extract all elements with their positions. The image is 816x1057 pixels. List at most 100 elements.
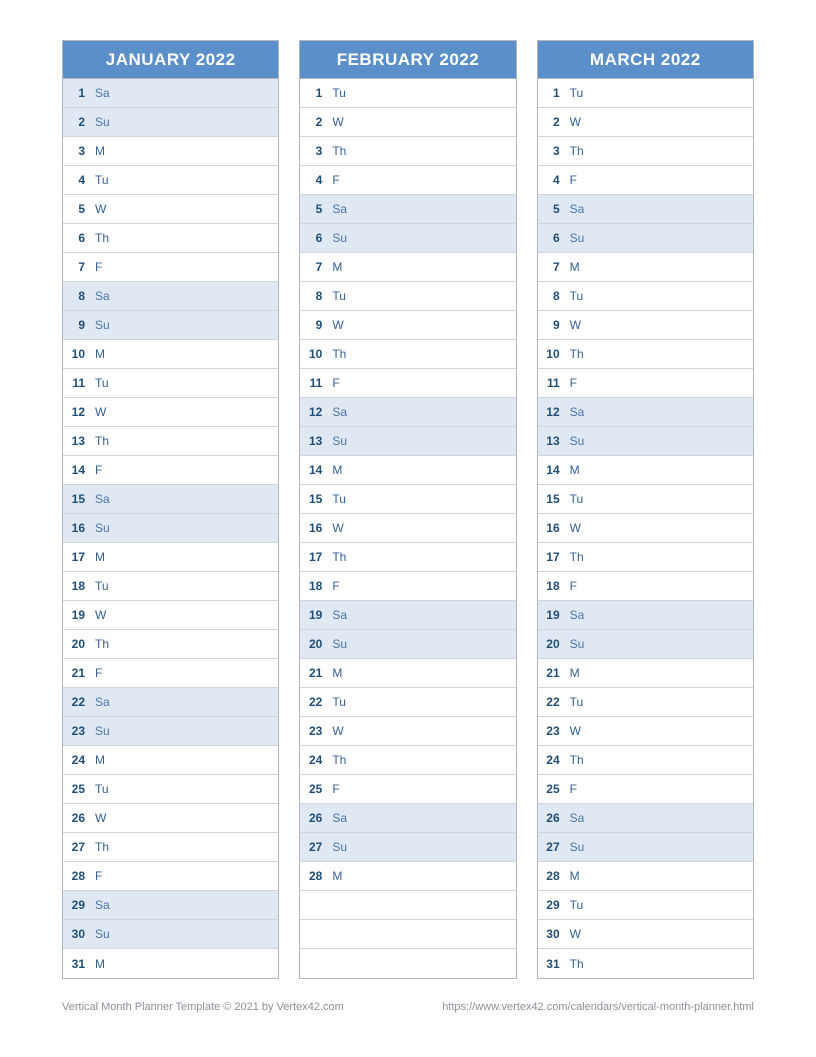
day-weekday: W [564, 318, 581, 332]
day-number: 7 [538, 260, 564, 274]
day-row: 29Tu [538, 891, 753, 920]
day-row: 31Th [538, 949, 753, 978]
day-row: 7M [538, 253, 753, 282]
day-weekday: Tu [89, 579, 109, 593]
day-row: 22Tu [538, 688, 753, 717]
day-weekday: Su [326, 840, 347, 854]
day-row: 15Tu [538, 485, 753, 514]
day-number: 25 [63, 782, 89, 796]
day-weekday: Sa [326, 405, 347, 419]
day-row: 5Sa [538, 195, 753, 224]
day-number: 20 [63, 637, 89, 651]
day-number: 5 [63, 202, 89, 216]
day-number: 3 [538, 144, 564, 158]
day-number: 6 [538, 231, 564, 245]
day-number: 17 [63, 550, 89, 564]
day-weekday: W [326, 115, 343, 129]
day-row: 6Th [63, 224, 278, 253]
day-row: 24Th [538, 746, 753, 775]
day-row: 5W [63, 195, 278, 224]
day-row: 4F [538, 166, 753, 195]
day-number: 22 [538, 695, 564, 709]
day-weekday: Tu [564, 695, 584, 709]
day-weekday: Sa [564, 405, 585, 419]
day-row: 5Sa [300, 195, 515, 224]
day-row: 18Tu [63, 572, 278, 601]
footer-right: https://www.vertex42.com/calendars/verti… [442, 1001, 754, 1013]
day-weekday: Th [564, 347, 584, 361]
day-row: 20Su [300, 630, 515, 659]
day-weekday: F [89, 666, 102, 680]
day-weekday: Su [89, 927, 110, 941]
day-weekday: F [89, 869, 102, 883]
day-row: 16W [538, 514, 753, 543]
day-number: 16 [538, 521, 564, 535]
day-weekday: Th [564, 753, 584, 767]
day-row: 13Su [538, 427, 753, 456]
day-weekday: M [564, 666, 580, 680]
day-weekday: F [564, 376, 577, 390]
day-weekday: F [326, 173, 339, 187]
day-weekday: W [89, 202, 106, 216]
day-number: 13 [538, 434, 564, 448]
day-row: 24M [63, 746, 278, 775]
day-number: 27 [63, 840, 89, 854]
day-number: 21 [63, 666, 89, 680]
day-number: 20 [300, 637, 326, 651]
day-number: 10 [300, 347, 326, 361]
day-number: 25 [300, 782, 326, 796]
day-row: 20Th [63, 630, 278, 659]
day-row: 19W [63, 601, 278, 630]
day-row: 17Th [538, 543, 753, 572]
day-number: 3 [63, 144, 89, 158]
day-weekday: Th [89, 231, 109, 245]
day-row: 27Su [538, 833, 753, 862]
day-row: 14M [538, 456, 753, 485]
day-row: 22Sa [63, 688, 278, 717]
day-row: 25F [538, 775, 753, 804]
day-row: 21F [63, 659, 278, 688]
footer-left: Vertical Month Planner Template © 2021 b… [62, 1001, 344, 1013]
day-weekday: Su [326, 637, 347, 651]
day-row: 2W [300, 108, 515, 137]
day-row: 12W [63, 398, 278, 427]
day-weekday: M [326, 463, 342, 477]
day-row: 8Sa [63, 282, 278, 311]
day-number: 14 [300, 463, 326, 477]
day-number: 14 [538, 463, 564, 477]
day-row: 15Tu [300, 485, 515, 514]
day-number: 27 [538, 840, 564, 854]
day-weekday: Th [89, 637, 109, 651]
day-number: 8 [63, 289, 89, 303]
day-weekday: F [564, 579, 577, 593]
day-weekday: W [326, 724, 343, 738]
day-number: 12 [63, 405, 89, 419]
day-weekday: Sa [89, 898, 110, 912]
day-weekday: Su [564, 840, 585, 854]
day-row: 2W [538, 108, 753, 137]
day-weekday: Tu [564, 86, 584, 100]
day-weekday: M [89, 347, 105, 361]
day-weekday: Sa [89, 492, 110, 506]
day-weekday: Th [326, 753, 346, 767]
day-weekday: Su [326, 231, 347, 245]
day-weekday: Tu [564, 289, 584, 303]
day-number: 28 [538, 869, 564, 883]
day-row: 6Su [300, 224, 515, 253]
month-header: MARCH 2022 [538, 41, 753, 79]
day-row [300, 949, 515, 978]
day-row: 10Th [538, 340, 753, 369]
day-row: 14M [300, 456, 515, 485]
day-number: 10 [63, 347, 89, 361]
day-row: 23W [538, 717, 753, 746]
day-number: 15 [538, 492, 564, 506]
day-row: 29Sa [63, 891, 278, 920]
day-weekday: Sa [564, 811, 585, 825]
day-row: 16W [300, 514, 515, 543]
day-number: 6 [300, 231, 326, 245]
day-weekday: M [89, 144, 105, 158]
day-weekday: Tu [564, 898, 584, 912]
day-number: 7 [300, 260, 326, 274]
day-row: 28F [63, 862, 278, 891]
day-weekday: Sa [326, 811, 347, 825]
